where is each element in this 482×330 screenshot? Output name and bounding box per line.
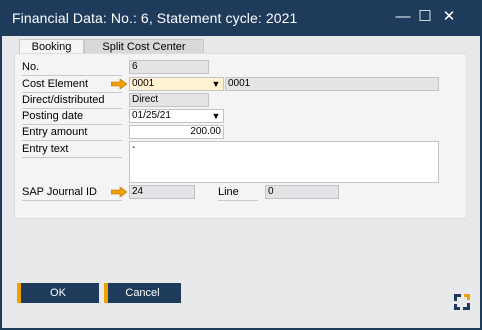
sap-journal-id-field[interactable]: 24 <box>129 185 195 199</box>
tab-split-cost-center[interactable]: Split Cost Center <box>84 39 204 54</box>
booking-panel: No. 6 Cost Element 0001 ▼ 0001 Direct/di… <box>14 53 467 219</box>
ok-button[interactable]: OK <box>17 283 99 303</box>
no-label: No. <box>22 61 40 73</box>
link-arrow-icon[interactable] <box>111 79 127 89</box>
ok-button-label: OK <box>50 287 66 299</box>
dialog-window: Financial Data: No.: 6, Statement cycle:… <box>0 0 482 330</box>
line-field[interactable]: 0 <box>265 185 339 199</box>
cost-element-label: Cost Element <box>22 78 89 90</box>
resize-grip-icon[interactable] <box>453 293 471 311</box>
sap-journal-id-label: SAP Journal ID <box>22 186 98 198</box>
direct-distributed-label: Direct/distributed <box>22 94 105 106</box>
title-bar[interactable]: Financial Data: No.: 6, Statement cycle:… <box>0 0 482 36</box>
entry-amount-label: Entry amount <box>22 126 88 138</box>
sap-journal-id-underline <box>22 200 122 201</box>
direct-distributed-field[interactable]: Direct <box>129 93 209 107</box>
cost-element-dropdown-icon[interactable]: ▼ <box>209 77 223 91</box>
line-label-underline <box>218 200 258 201</box>
cancel-button[interactable]: Cancel <box>104 283 181 303</box>
posting-date-label: Posting date <box>22 110 84 122</box>
dialog-body: Booking Split Cost Center No. 6 Cost Ele… <box>2 36 480 328</box>
entry-amount-input[interactable]: 200.00 <box>129 125 224 139</box>
line-label: Line <box>218 186 239 198</box>
window-title: Financial Data: No.: 6, Statement cycle:… <box>12 10 298 26</box>
no-label-underline <box>22 75 122 76</box>
entry-amount-underline <box>22 140 122 141</box>
cost-element-description-field[interactable]: 0001 <box>225 77 439 91</box>
entry-text-label: Entry text <box>22 143 69 155</box>
minimize-icon[interactable]: — <box>394 8 412 26</box>
tab-booking[interactable]: Booking <box>19 39 84 54</box>
entry-text-textarea[interactable]: - <box>129 141 439 183</box>
cancel-button-label: Cancel <box>125 287 160 299</box>
posting-date-dropdown-icon[interactable]: ▼ <box>209 109 223 123</box>
close-icon[interactable]: ✕ <box>440 8 458 26</box>
link-arrow-icon[interactable] <box>111 187 127 197</box>
entry-text-underline <box>22 157 122 158</box>
no-field[interactable]: 6 <box>129 60 209 74</box>
maximize-icon[interactable]: ☐ <box>416 8 434 26</box>
